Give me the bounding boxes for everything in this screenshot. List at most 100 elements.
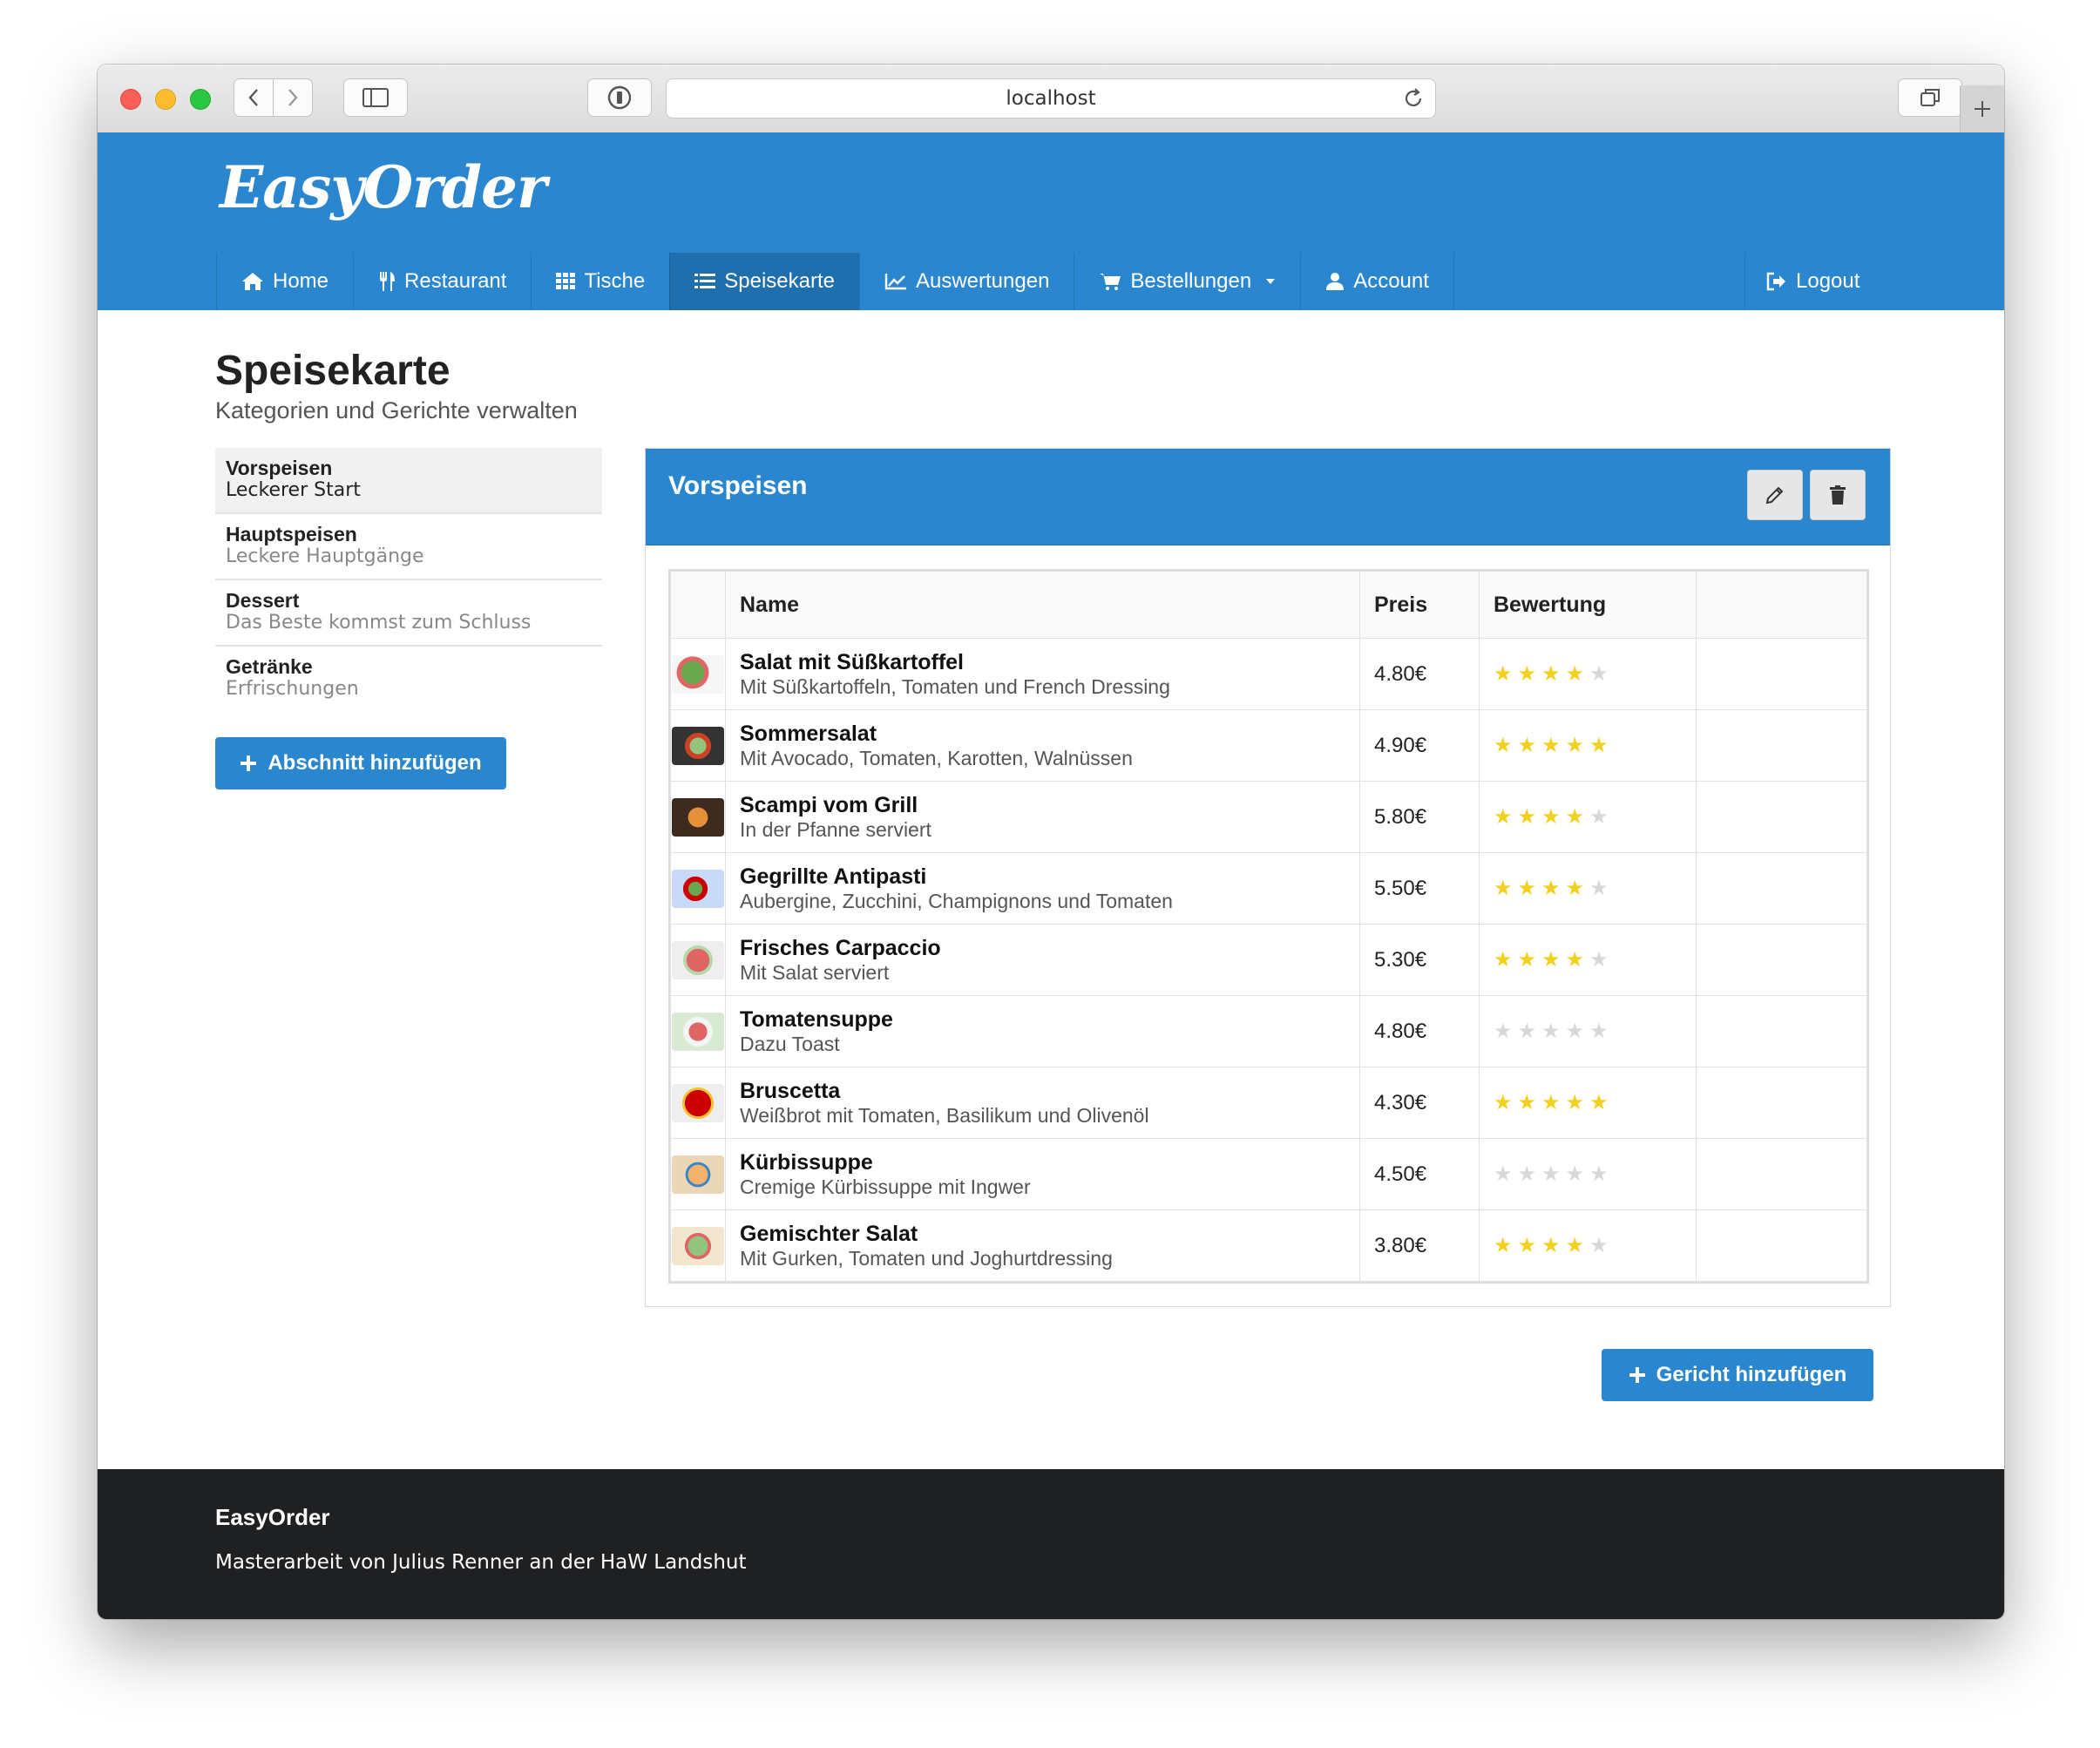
table-row[interactable]: Tomatensuppe Dazu Toast 4.80€ ★ ★ ★ ★ ★ <box>670 995 1867 1067</box>
panel-header: Vorspeisen <box>646 449 1890 545</box>
dish-thumbnail <box>672 726 724 765</box>
dish-name: Kürbissuppe <box>740 1149 873 1175</box>
nav-home[interactable]: Home <box>216 253 353 310</box>
nav-restaurant[interactable]: Restaurant <box>353 253 531 310</box>
star-icon: ★ <box>1565 1019 1585 1043</box>
dish-rating: ★ ★ ★ ★ ★ <box>1479 995 1697 1067</box>
nav-auswertungen[interactable]: Auswertungen <box>858 253 1074 310</box>
dish-name: Tomatensuppe <box>740 1006 893 1032</box>
pencil-icon <box>1765 486 1784 505</box>
dish-image-cell <box>670 638 726 710</box>
category-item-vorspeisen[interactable]: Vorspeisen Leckerer Start <box>215 448 602 514</box>
dish-actions-cell <box>1696 924 1867 996</box>
dish-rating: ★ ★ ★ ★ ★ <box>1479 1138 1697 1210</box>
dish-rating: ★ ★ ★ ★ ★ <box>1479 1209 1697 1282</box>
table-row[interactable]: Bruscetta Weißbrot mit Tomaten, Basilikum… <box>670 1067 1867 1139</box>
dishes-table: Name Preis Bewertung Salat mit Süßkartof… <box>668 569 1869 1284</box>
star-icon: ★ <box>1565 733 1585 757</box>
add-section-button[interactable]: Abschnitt hinzufügen <box>215 737 506 789</box>
address-bar[interactable]: localhost <box>666 78 1436 119</box>
sidebar-toggle-button[interactable] <box>343 78 408 117</box>
trash-icon <box>1830 485 1846 505</box>
tab-overview-button[interactable] <box>1898 78 1962 117</box>
nav-account[interactable]: Account <box>1300 253 1454 310</box>
dish-name-cell: Gemischter Salat Mit Gurken, Tomaten und … <box>725 1209 1360 1282</box>
dish-thumbnail <box>672 797 724 837</box>
header-image <box>670 571 726 639</box>
star-icon: ★ <box>1541 804 1561 829</box>
dish-actions-cell <box>1696 1209 1867 1282</box>
dish-actions-cell <box>1696 1067 1867 1139</box>
star-icon: ★ <box>1589 733 1609 757</box>
dish-thumbnail <box>672 1226 724 1265</box>
star-icon: ★ <box>1541 947 1561 972</box>
reload-icon[interactable] <box>1402 87 1425 110</box>
logout-label: Logout <box>1796 269 1860 293</box>
delete-category-button[interactable] <box>1810 470 1866 520</box>
dish-rating: ★ ★ ★ ★ ★ <box>1479 638 1697 710</box>
page-footer: EasyOrder Masterarbeit von Julius Renner… <box>98 1469 2004 1619</box>
star-icon: ★ <box>1494 947 1513 972</box>
forward-button[interactable] <box>273 78 313 117</box>
close-window-button[interactable] <box>120 89 141 110</box>
table-row[interactable]: Frisches Carpaccio Mit Salat serviert 5.30… <box>670 924 1867 996</box>
category-name: Vorspeisen <box>226 457 333 479</box>
star-icon: ★ <box>1517 876 1537 900</box>
nav-logout[interactable]: Logout <box>1744 253 1880 310</box>
add-dish-label: Gericht hinzufügen <box>1656 1363 1847 1386</box>
app-logo[interactable]: EasyOrder <box>220 153 547 221</box>
url-text: localhost <box>1006 87 1096 110</box>
star-icon: ★ <box>1589 1233 1609 1257</box>
table-row[interactable]: Gemischter Salat Mit Gurken, Tomaten und … <box>670 1209 1867 1282</box>
star-icon: ★ <box>1541 1233 1561 1257</box>
category-item-hauptspeisen[interactable]: Hauptspeisen Leckere Hauptgänge <box>215 514 602 580</box>
edit-category-button[interactable] <box>1747 470 1803 520</box>
table-row[interactable]: Gegrillte Antipasti Aubergine, Zucchini, … <box>670 852 1867 925</box>
table-row[interactable]: Sommersalat Mit Avocado, Tomaten, Karotte… <box>670 709 1867 782</box>
category-description: Leckere Hauptgänge <box>226 545 424 567</box>
nav-bestellungen-label: Bestellungen <box>1130 269 1252 293</box>
dish-name-cell: Frisches Carpaccio Mit Salat serviert <box>725 924 1360 996</box>
zoom-window-button[interactable] <box>190 89 211 110</box>
dish-image-cell <box>670 1138 726 1210</box>
dish-price: 5.80€ <box>1359 781 1480 853</box>
dish-price: 5.30€ <box>1359 924 1480 996</box>
header-actions <box>1696 571 1867 639</box>
dish-name: Frisches Carpaccio <box>740 935 941 960</box>
dish-rating: ★ ★ ★ ★ ★ <box>1479 924 1697 996</box>
category-item-dessert[interactable]: Dessert Das Beste kommst zum Schluss <box>215 580 602 647</box>
add-dish-button[interactable]: Gericht hinzufügen <box>1602 1349 1873 1401</box>
star-icon: ★ <box>1494 804 1513 829</box>
dish-price: 4.30€ <box>1359 1067 1480 1139</box>
chevron-left-icon <box>248 89 258 106</box>
minimize-window-button[interactable] <box>155 89 176 110</box>
category-item-getraenke[interactable]: Getränke Erfrischungen <box>215 647 602 713</box>
password-manager-button[interactable] <box>587 78 652 117</box>
star-icon: ★ <box>1541 661 1561 686</box>
dish-actions-cell <box>1696 638 1867 710</box>
table-row[interactable]: Kürbissuppe Cremige Kürbissuppe mit Ingwe… <box>670 1138 1867 1210</box>
footer-title: EasyOrder <box>215 1504 330 1530</box>
nav-tische[interactable]: Tische <box>531 253 669 310</box>
user-icon <box>1326 273 1345 290</box>
star-icon: ★ <box>1541 1090 1561 1115</box>
nav-speisekarte[interactable]: Speisekarte <box>669 253 859 310</box>
page-title: Speisekarte <box>215 348 450 394</box>
dish-description: Aubergine, Zucchini, Champignons und Tom… <box>740 889 1173 912</box>
dish-thumbnail <box>672 1083 724 1122</box>
table-row[interactable]: Scampi vom Grill In der Pfanne serviert 5.… <box>670 781 1867 853</box>
star-icon: ★ <box>1589 1019 1609 1043</box>
dish-description: Mit Avocado, Tomaten, Karotten, Walnüsse… <box>740 746 1133 769</box>
chart-icon <box>884 274 906 290</box>
back-button[interactable] <box>234 78 274 117</box>
header-name: Name <box>725 571 1360 639</box>
dish-name: Gegrillte Antipasti <box>740 864 927 889</box>
new-tab-button[interactable] <box>1960 85 2004 132</box>
nav-speisekarte-label: Speisekarte <box>724 269 835 293</box>
nav-bestellungen[interactable]: Bestellungen <box>1074 253 1300 310</box>
tabs-icon <box>1920 89 1940 106</box>
star-icon: ★ <box>1494 1162 1513 1186</box>
dish-price: 4.50€ <box>1359 1138 1480 1210</box>
dish-description: Cremige Kürbissuppe mit Ingwer <box>740 1175 1031 1198</box>
table-row[interactable]: Salat mit Süßkartoffel Mit Süßkartoffeln,… <box>670 638 1867 710</box>
